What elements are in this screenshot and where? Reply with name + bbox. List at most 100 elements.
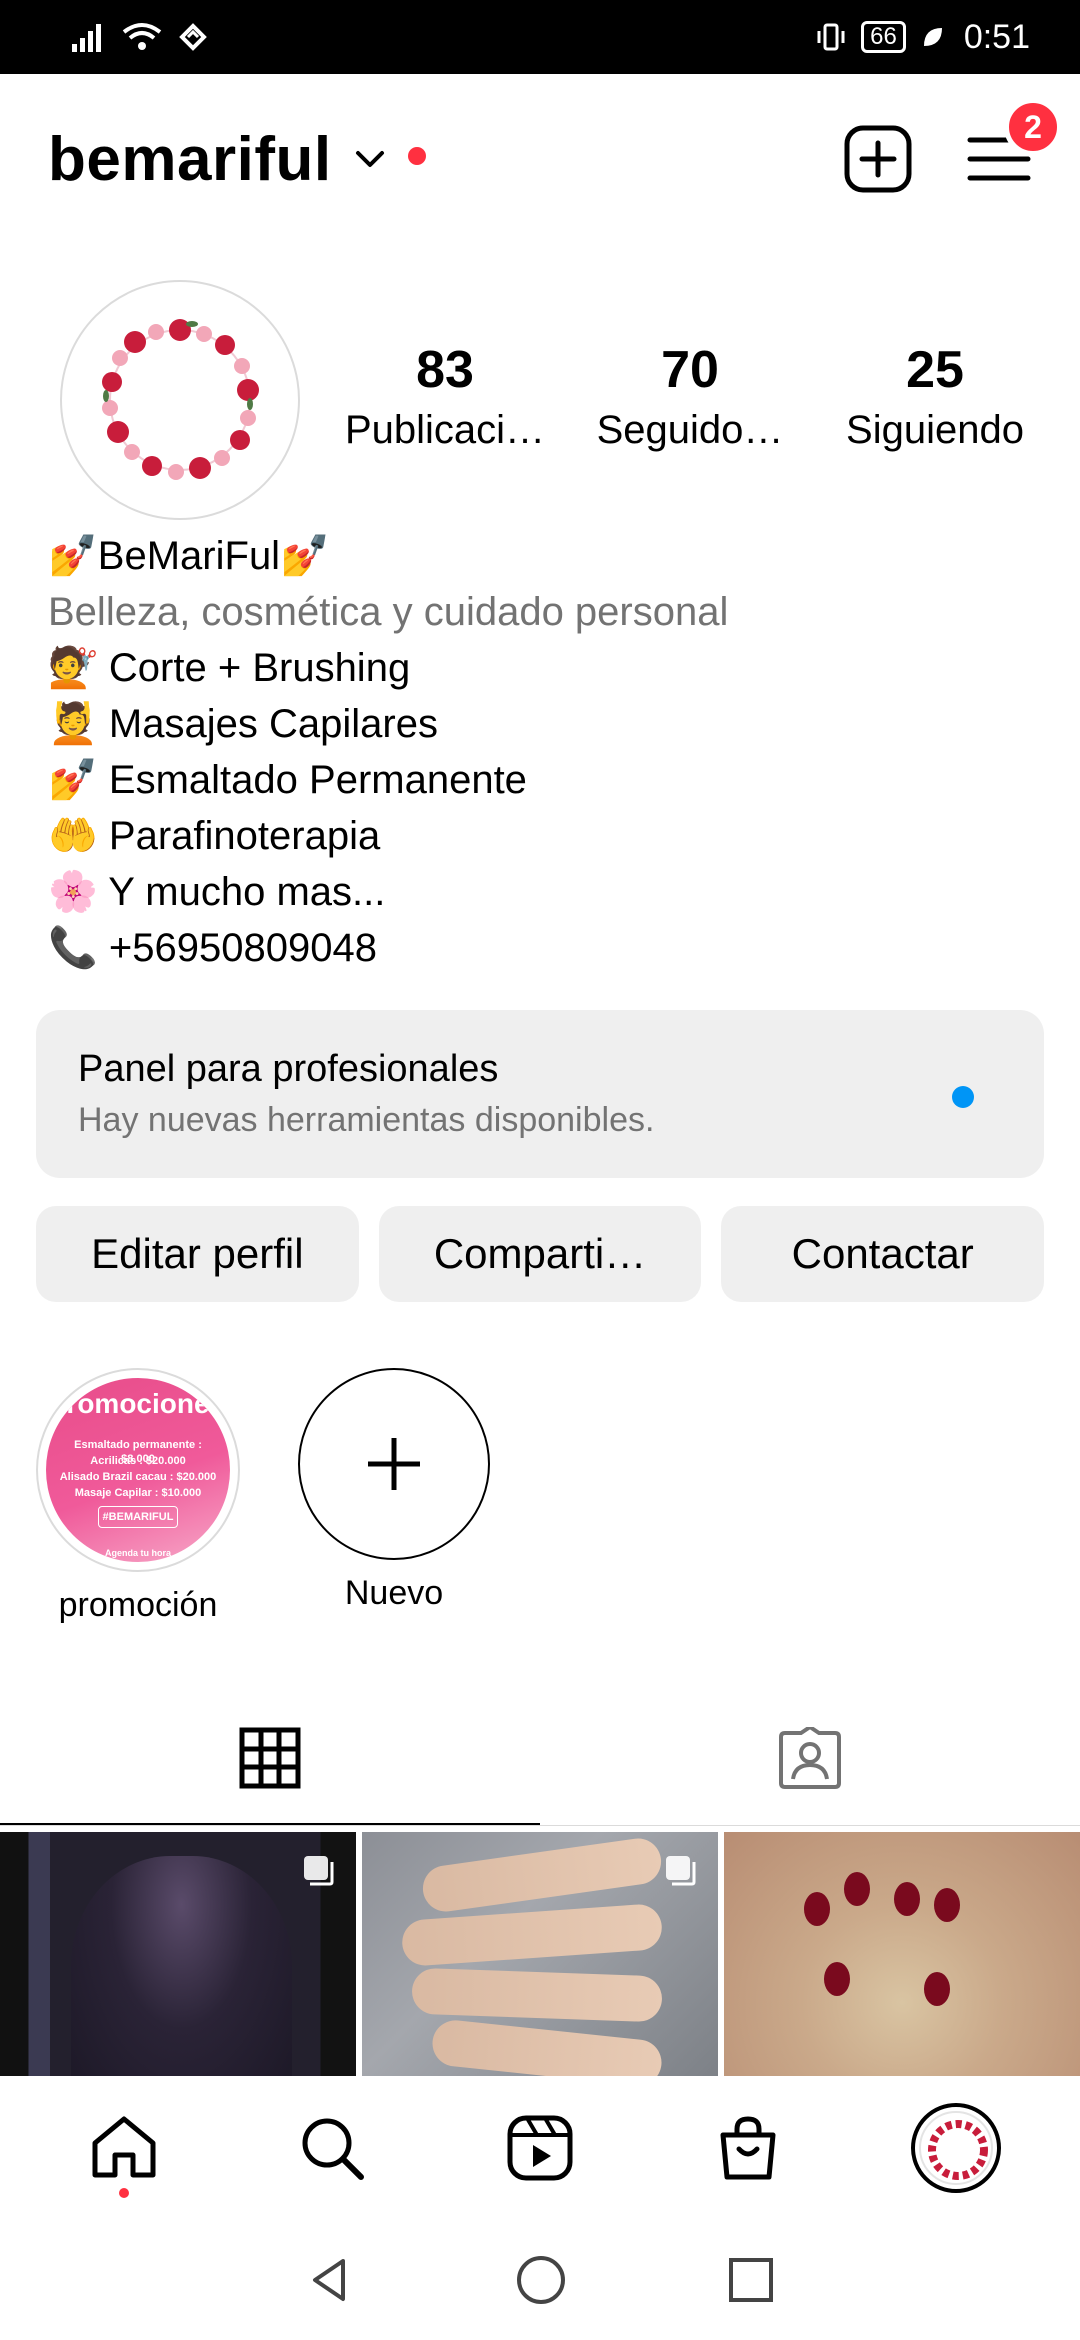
tagged-user-icon bbox=[779, 1727, 841, 1789]
nav-reels[interactable] bbox=[480, 2088, 600, 2208]
highlight-cover: romocione Esmaltado permanente : $8.000 … bbox=[36, 1368, 240, 1572]
highlight-promocion[interactable]: romocione Esmaltado permanente : $8.000 … bbox=[34, 1368, 242, 1625]
panel-title: Panel para profesionales bbox=[78, 1048, 499, 1090]
cover-tag: #BEMARIFUL bbox=[98, 1506, 178, 1528]
cover-line: Masaje Capilar : $10.000 bbox=[74, 1487, 202, 1499]
bio-line: 💆 Masajes Capilares bbox=[48, 702, 438, 746]
followers-count: 70 bbox=[661, 341, 719, 399]
following-count: 25 bbox=[906, 341, 964, 399]
bio-phone[interactable]: 📞 +56950809048 bbox=[48, 920, 1038, 976]
nav-home[interactable] bbox=[64, 2088, 184, 2208]
tab-posts-grid[interactable] bbox=[0, 1690, 540, 1826]
multiple-photos-icon bbox=[666, 1856, 696, 1886]
menu-badge: 2 bbox=[1004, 98, 1062, 156]
nav-profile[interactable] bbox=[896, 2088, 1016, 2208]
avatar-wreath-logo bbox=[919, 2111, 993, 2185]
nav-shop[interactable] bbox=[688, 2088, 808, 2208]
bio-line: 💅 Esmaltado Permanente bbox=[48, 758, 527, 802]
photo-detail bbox=[924, 1972, 950, 2006]
following-stat[interactable]: 25 Siguiendo bbox=[830, 340, 1040, 453]
post-thumbnail-nails[interactable] bbox=[362, 1832, 718, 2076]
create-post-icon[interactable] bbox=[844, 125, 912, 193]
vibrate-icon bbox=[817, 23, 845, 51]
profile-avatar-small bbox=[911, 2103, 1001, 2193]
professional-dashboard[interactable]: Panel para profesionales Hay nuevas herr… bbox=[36, 1010, 1044, 1178]
home-circle-icon[interactable] bbox=[515, 2254, 567, 2306]
home-notification-dot bbox=[119, 2188, 129, 2198]
back-icon[interactable] bbox=[305, 2255, 355, 2305]
followers-label: Seguido… bbox=[596, 408, 784, 452]
system-navigation bbox=[0, 2220, 1080, 2340]
photo-detail bbox=[934, 1888, 960, 1922]
recents-icon[interactable] bbox=[727, 2256, 775, 2304]
profile-actions: Editar perfil Comparti… Contactar bbox=[36, 1206, 1045, 1302]
category-label: Belleza, cosmética y cuidado personal bbox=[48, 590, 729, 634]
photo-detail bbox=[411, 1967, 663, 2023]
highlight-label: promoción bbox=[58, 1586, 218, 1624]
posts-grid bbox=[0, 1832, 1080, 2076]
highlight-label: Nuevo bbox=[344, 1574, 444, 1612]
photo-detail bbox=[419, 1835, 665, 1915]
tabs-divider bbox=[0, 1825, 1080, 1826]
posts-label: Publicaci… bbox=[344, 408, 546, 452]
header-actions: 2 bbox=[844, 98, 1062, 193]
profile-header: bemariful 2 bbox=[0, 74, 1080, 244]
post-thumbnail-hair[interactable] bbox=[0, 1832, 356, 2076]
profile-tabs bbox=[0, 1690, 1080, 1826]
clock: 0:51 bbox=[963, 17, 1030, 56]
menu-button[interactable]: 2 bbox=[966, 98, 1062, 192]
photo-detail bbox=[824, 1962, 850, 1996]
bio-line: 🌸 Y mucho mas... bbox=[48, 870, 386, 914]
post-thumbnail-manicure[interactable] bbox=[724, 1832, 1080, 2076]
data-saver-icon bbox=[179, 23, 207, 51]
tab-tagged[interactable] bbox=[540, 1690, 1080, 1826]
bio-line: 💇 Corte + Brushing bbox=[48, 646, 411, 690]
photo-detail bbox=[894, 1882, 920, 1916]
chevron-down-icon[interactable] bbox=[352, 141, 388, 177]
plus-icon bbox=[368, 1438, 420, 1490]
leaf-icon bbox=[923, 28, 942, 46]
cover-title: romocione bbox=[66, 1388, 210, 1419]
wreath-icon bbox=[928, 2120, 988, 2180]
cover-line: Alisado Brazil cacau : $20.000 bbox=[59, 1471, 217, 1483]
photo-detail bbox=[400, 1902, 664, 1968]
bio-line: 🤲 Parafinoterapia bbox=[48, 814, 381, 858]
status-bar: 66 0:51 bbox=[0, 0, 1080, 74]
photo-detail bbox=[844, 1872, 870, 1906]
bottom-navigation bbox=[0, 2076, 1080, 2220]
notification-dot bbox=[407, 147, 426, 165]
status-right: 66 0:51 bbox=[815, 18, 1030, 57]
search-icon bbox=[302, 2118, 364, 2180]
profile-avatar[interactable] bbox=[60, 280, 300, 520]
display-name: 💅BeMariFul💅 bbox=[48, 534, 330, 578]
new-highlight-circle bbox=[298, 1368, 490, 1560]
avatar-wreath-logo bbox=[102, 319, 259, 480]
reels-icon bbox=[507, 2115, 573, 2181]
panel-subtitle: Hay nuevas herramientas disponibles. bbox=[78, 1101, 655, 1139]
profile-stats: 83 Publicaci… 70 Seguido… 25 Siguiendo bbox=[340, 340, 1040, 453]
home-icon bbox=[92, 2116, 156, 2178]
followers-stat[interactable]: 70 Seguido… bbox=[585, 340, 795, 453]
share-profile-button[interactable]: Comparti… bbox=[378, 1206, 702, 1302]
battery-icon: 66 bbox=[861, 21, 906, 53]
photo-detail bbox=[804, 1892, 830, 1926]
status-left bbox=[72, 22, 210, 52]
cover-footer: Agenda tu hora bbox=[104, 1548, 171, 1558]
contact-button[interactable]: Contactar bbox=[721, 1206, 1045, 1302]
new-highlight[interactable]: Nuevo bbox=[296, 1368, 492, 1613]
wifi-icon bbox=[122, 23, 162, 50]
posts-stat[interactable]: 83 Publicaci… bbox=[340, 340, 550, 453]
photo-detail bbox=[430, 2018, 664, 2076]
highlight-cover-image: romocione Esmaltado permanente : $8.000 … bbox=[46, 1378, 230, 1562]
new-indicator-dot bbox=[952, 1086, 974, 1108]
cover-line: Acrilicas : $20.000 bbox=[90, 1455, 186, 1467]
username[interactable]: bemariful bbox=[48, 124, 332, 195]
following-label: Siguiendo bbox=[846, 408, 1024, 452]
shopping-bag-icon bbox=[720, 2116, 776, 2180]
nav-search[interactable] bbox=[272, 2088, 392, 2208]
profile-bio: 💅BeMariFul💅 Belleza, cosmética y cuidado… bbox=[48, 528, 1038, 976]
edit-profile-button[interactable]: Editar perfil bbox=[36, 1206, 359, 1302]
grid-icon bbox=[239, 1727, 301, 1789]
posts-count: 83 bbox=[416, 341, 474, 399]
multiple-photos-icon bbox=[304, 1856, 334, 1886]
